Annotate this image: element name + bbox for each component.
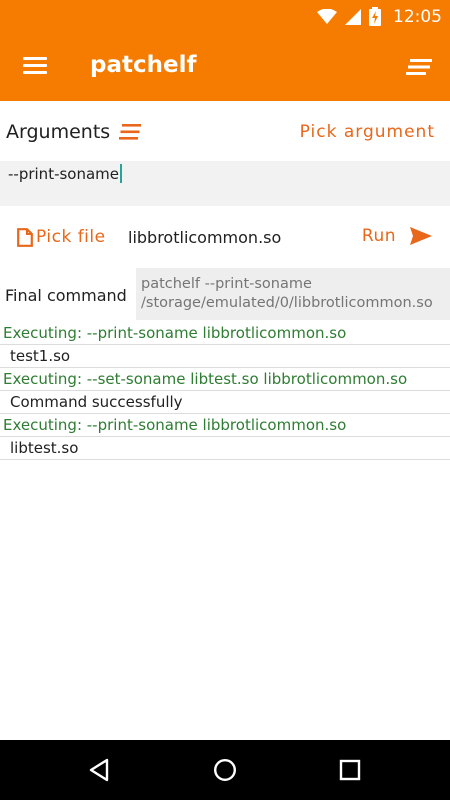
log-exec-line: Executing: --set-soname libtest.so libbr… [0,368,450,391]
hamburger-menu-icon[interactable] [23,57,47,77]
run-label: Run [361,226,396,246]
arguments-sort-icon[interactable] [119,124,141,140]
arguments-label: Arguments [6,121,111,143]
selected-file-name: libbrotlicommon.so [128,228,282,247]
pick-file-button[interactable]: Pick file [17,227,106,247]
log-exec-line: Executing: --print-soname libbrotlicommo… [0,322,450,345]
app-bar: patchelf [0,33,450,101]
back-icon[interactable] [88,758,110,782]
execution-log: Executing: --print-soname libbrotlicommo… [0,322,450,460]
sort-icon[interactable] [406,58,432,76]
pick-file-label: Pick file [36,227,106,247]
send-icon [410,227,432,245]
status-icons: 12:05 [317,0,442,33]
log-output-line: Command successfully [0,391,450,414]
recents-icon[interactable] [339,759,361,781]
status-bar: 12:05 [0,0,450,33]
wifi-icon [317,8,337,24]
log-exec-line: Executing: --print-soname libbrotlicommo… [0,414,450,437]
file-icon [17,227,33,247]
text-cursor [120,164,123,183]
arguments-row: Arguments Pick argument [0,101,450,161]
home-icon[interactable] [213,758,237,782]
log-output-line: test1.so [0,345,450,368]
final-command-field: patchelf --print-soname /storage/emulate… [136,268,450,320]
app-title: patchelf [90,52,197,78]
log-output-line: libtest.so [0,437,450,460]
arguments-input-text: --print-soname [8,164,123,183]
navigation-bar [0,740,450,800]
battery-charging-icon [369,7,381,26]
signal-icon [345,8,361,25]
final-command-label: Final command [5,286,127,305]
pick-argument-button[interactable]: Pick argument [300,122,435,142]
run-button[interactable]: Run [362,226,432,246]
status-time: 12:05 [393,6,442,27]
file-row: Pick file libbrotlicommon.so Run [0,216,450,260]
arguments-value: --print-soname [8,165,120,183]
